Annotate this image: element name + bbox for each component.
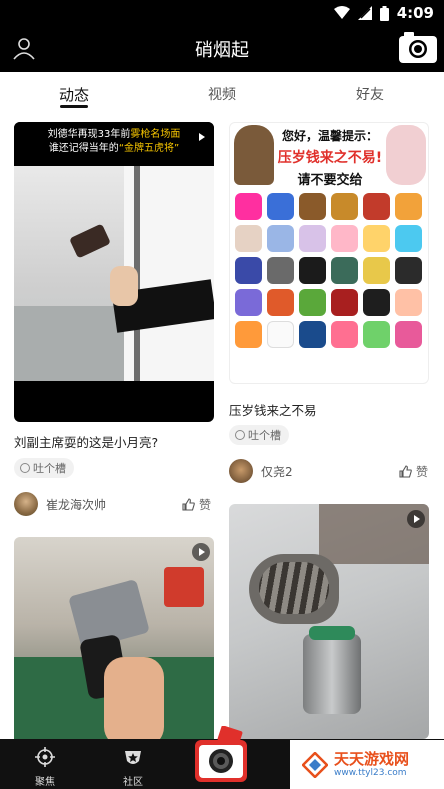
game-icon xyxy=(235,225,262,252)
feed-card[interactable] xyxy=(229,504,429,739)
comment-tag-label: 吐个槽 xyxy=(33,462,66,475)
video-thumbnail[interactable]: 刘德华再现33年前雾枪名场面 谁还记得当年的“金牌五虎将” xyxy=(14,122,214,422)
status-bar: 4:09 xyxy=(333,3,434,23)
nav-focus-label: 聚焦 xyxy=(35,777,55,788)
watermark-line-2: www.ttyl23.com xyxy=(334,767,407,778)
post-caption: 刘副主席耍的这是小月亮? xyxy=(14,435,159,450)
feed-card[interactable] xyxy=(14,537,214,739)
game-icon xyxy=(363,321,390,348)
author[interactable]: 崔龙海次帅 xyxy=(14,492,106,516)
watermark-text: 天天游戏网 www.ttyl23.com xyxy=(334,749,410,779)
game-icon xyxy=(235,289,262,316)
thumbs-up-icon xyxy=(399,465,412,478)
comment-icon xyxy=(20,463,30,473)
star-badge-icon xyxy=(125,751,141,764)
post-caption: 压岁钱来之不易 xyxy=(229,403,317,418)
site-logo-icon xyxy=(302,751,328,778)
game-icon xyxy=(395,289,422,316)
like-label: 赞 xyxy=(199,498,212,512)
game-icon xyxy=(331,225,358,252)
game-icon xyxy=(363,289,390,316)
nav-community-label: 社区 xyxy=(123,777,143,788)
like-button[interactable]: 赞 xyxy=(182,496,211,513)
author[interactable]: 仅尧2 xyxy=(229,459,293,483)
game-icon xyxy=(395,257,422,284)
game-icon xyxy=(235,193,262,220)
tab-dynamic[interactable]: 动态 xyxy=(0,72,148,112)
game-icon xyxy=(267,289,294,316)
overlay-title-highlight-1: 雾枪名场面 xyxy=(130,129,181,140)
nav-community[interactable]: 社区 xyxy=(103,739,163,789)
game-icon xyxy=(363,257,390,284)
watermark: 天天游戏网 www.ttyl23.com xyxy=(290,740,444,789)
feed-card[interactable]: 刘德华再现33年前雾枪名场面 谁还记得当年的“金牌五虎将” 刘副主席耍的这是小月 xyxy=(14,122,214,522)
feed: 刘德华再现33年前雾枪名场面 谁还记得当年的“金牌五虎将” 刘副主席耍的这是小月 xyxy=(0,112,444,739)
game-icon xyxy=(363,225,390,252)
overlay-title-text-1: 刘德华再现33年前 xyxy=(47,129,131,140)
video-thumbnail[interactable] xyxy=(14,537,214,739)
page-title: 硝烟起 xyxy=(195,40,249,61)
game-icon xyxy=(267,257,294,284)
banner-line-2: 压岁钱来之不易! xyxy=(277,150,383,166)
nav-focus[interactable]: 聚焦 xyxy=(15,739,75,789)
app-screen: 4:09 硝烟起 动态 视频 好友 刘德华再现33年前雾枪名场面 谁还记得当年的… xyxy=(0,0,444,789)
game-icon xyxy=(235,321,262,348)
banner-line-1: 您好，温馨提示： xyxy=(281,129,378,143)
camera-center-icon[interactable] xyxy=(193,726,249,786)
game-icon xyxy=(331,257,358,284)
game-icon xyxy=(331,321,358,348)
video-thumbnail[interactable] xyxy=(229,504,429,739)
app-icon-grid xyxy=(235,193,427,348)
avatar xyxy=(229,459,253,483)
watermark-line-1: 天天游戏网 xyxy=(334,749,410,768)
author-name: 崔龙海次帅 xyxy=(46,497,107,512)
feed-card[interactable]: 您好，温馨提示： 压岁钱来之不易! 请不要交给 压岁钱来之不易 吐个槽 仅尧2 … xyxy=(229,122,429,492)
wifi-icon xyxy=(333,6,350,19)
tab-bar: 动态 视频 好友 xyxy=(0,72,444,112)
clock: 4:09 xyxy=(396,4,434,22)
avatar xyxy=(14,492,38,516)
play-icon xyxy=(407,510,425,528)
camera-icon[interactable] xyxy=(398,30,438,64)
comment-tag-label: 吐个槽 xyxy=(248,429,281,442)
game-icon xyxy=(395,321,422,348)
game-icon xyxy=(267,225,294,252)
game-icon xyxy=(299,257,326,284)
comment-tag[interactable]: 吐个槽 xyxy=(14,458,74,478)
signal-icon xyxy=(357,6,372,20)
game-icon xyxy=(299,193,326,220)
image-thumbnail[interactable]: 您好，温馨提示： 压岁钱来之不易! 请不要交给 xyxy=(229,122,429,384)
comment-tag[interactable]: 吐个槽 xyxy=(229,425,289,445)
game-icon xyxy=(331,193,358,220)
overlay-title: 刘德华再现33年前雾枪名场面 xyxy=(14,128,214,142)
game-icon xyxy=(363,193,390,220)
tab-video[interactable]: 视频 xyxy=(148,72,296,112)
top-bar: 4:09 硝烟起 xyxy=(0,0,444,72)
game-icon xyxy=(395,193,422,220)
game-icon xyxy=(395,225,422,252)
tab-friends[interactable]: 好友 xyxy=(296,72,444,112)
overlay-title-text-2: 谁还记得当年的 xyxy=(48,143,119,154)
battery-icon xyxy=(379,5,389,21)
banner-line-3: 请不要交给 xyxy=(297,173,363,188)
author-name: 仅尧2 xyxy=(261,464,293,479)
game-icon xyxy=(267,321,294,348)
like-label: 赞 xyxy=(416,465,429,479)
game-icon xyxy=(299,225,326,252)
like-button[interactable]: 赞 xyxy=(399,463,428,480)
play-icon xyxy=(192,128,210,146)
crosshair-icon xyxy=(35,747,55,767)
thumbs-up-icon xyxy=(182,498,195,511)
game-icon xyxy=(235,257,262,284)
game-icon xyxy=(299,321,326,348)
comment-icon xyxy=(235,430,245,440)
overlay-subtitle: 谁还记得当年的“金牌五虎将” xyxy=(14,142,214,156)
play-icon xyxy=(192,543,210,561)
game-icon xyxy=(299,289,326,316)
overlay-title-highlight-2: “金牌五虎将” xyxy=(118,143,180,154)
game-icon xyxy=(267,193,294,220)
game-icon xyxy=(331,289,358,316)
